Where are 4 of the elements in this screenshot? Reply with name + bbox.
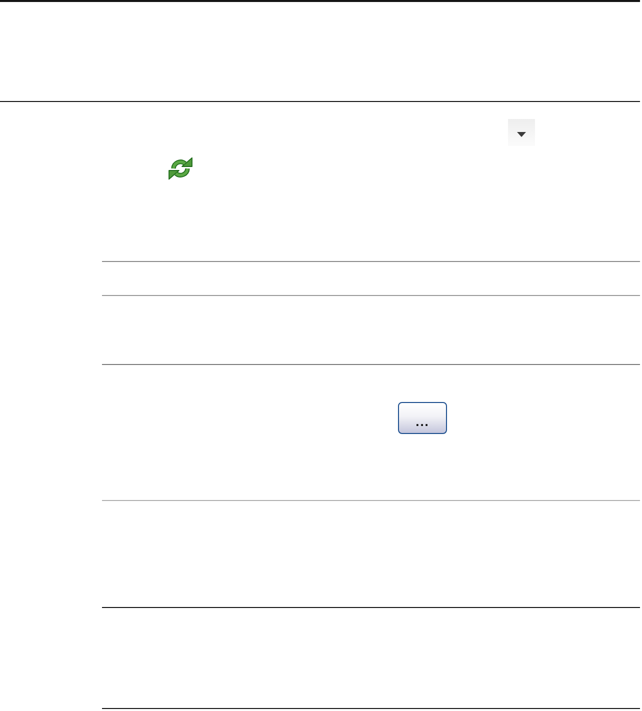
- ellipsis-button[interactable]: ...: [398, 402, 447, 434]
- caret-icon: [517, 132, 526, 137]
- dropdown-button[interactable]: [508, 119, 535, 146]
- refresh-icon[interactable]: [168, 157, 193, 180]
